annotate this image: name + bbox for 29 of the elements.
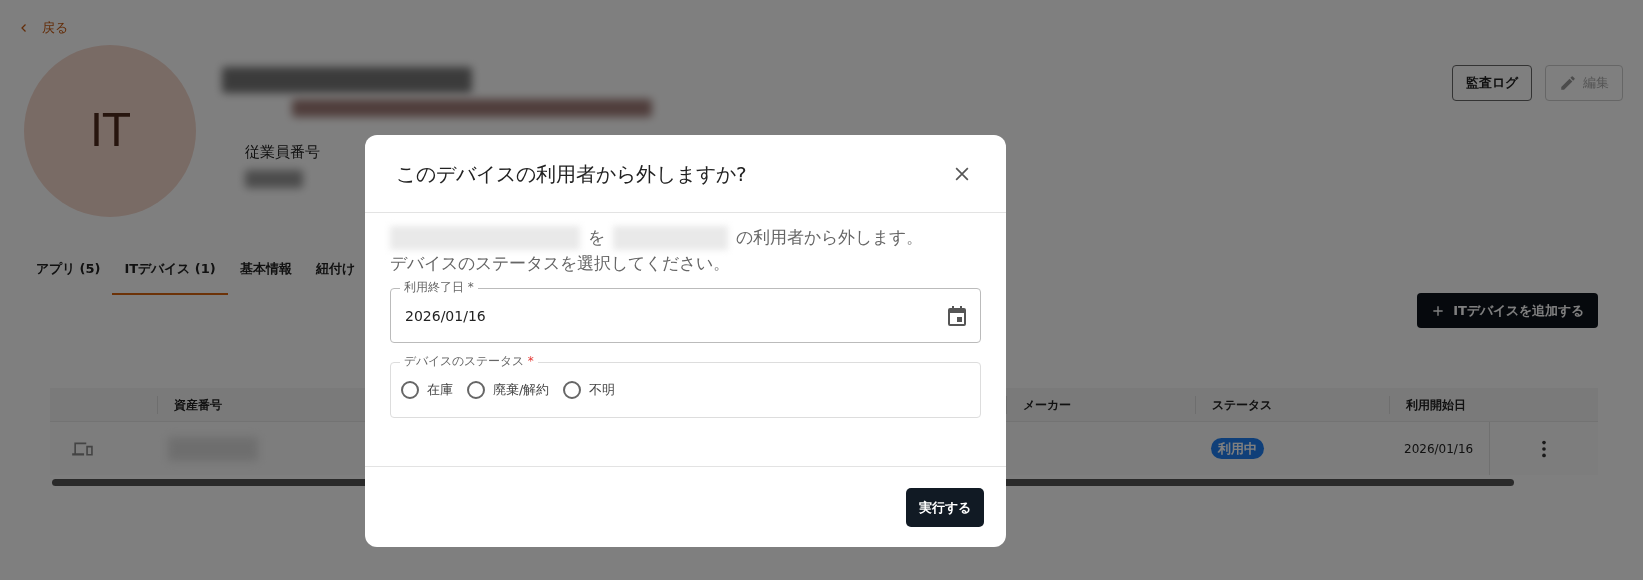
radio-option[interactable]: 廃棄/解約 — [467, 380, 550, 400]
status-badge: 利用中 — [1211, 438, 1264, 459]
table-cell: 2026/01/16 — [1404, 441, 1474, 456]
redacted-block — [245, 170, 303, 189]
message-text: の利用者から外します。 — [736, 226, 923, 249]
tab[interactable]: ITデバイス (1) — [112, 253, 228, 295]
field-label: 利用終了日 * — [400, 279, 478, 295]
dialog-title: このデバイスの利用者から外しますか? — [396, 161, 747, 186]
column-header: メーカー — [1023, 397, 1071, 412]
pencil-icon — [1558, 74, 1577, 92]
back-link[interactable]: 戻る — [18, 18, 68, 38]
audit-log-button[interactable]: 監査ログ — [1451, 65, 1532, 101]
column-header: 資産番号 — [174, 397, 222, 412]
radio-option[interactable]: 不明 — [563, 380, 616, 400]
tab[interactable]: 紐付け — [303, 253, 367, 295]
tab[interactable]: 基本情報 — [227, 253, 304, 295]
field-label: デバイスのステータス * — [400, 353, 538, 369]
tab[interactable]: アプリ (5) — [24, 253, 113, 295]
add-device-button[interactable]: ITデバイスを追加する — [1417, 292, 1598, 329]
avatar: IT — [24, 45, 196, 218]
column-header: ステータス — [1212, 397, 1272, 412]
radio-option[interactable]: 在庫 — [401, 380, 453, 400]
plus-icon — [1431, 303, 1446, 318]
instruction-text: デバイスのステータスを選択してください。 — [390, 251, 731, 275]
submit-button[interactable]: 実行する — [906, 487, 984, 527]
field-label: 従業員番号 — [245, 142, 320, 164]
calendar-icon[interactable] — [945, 304, 969, 328]
message-text: を — [588, 226, 605, 249]
column-header: 利用開始日 — [1406, 397, 1466, 412]
